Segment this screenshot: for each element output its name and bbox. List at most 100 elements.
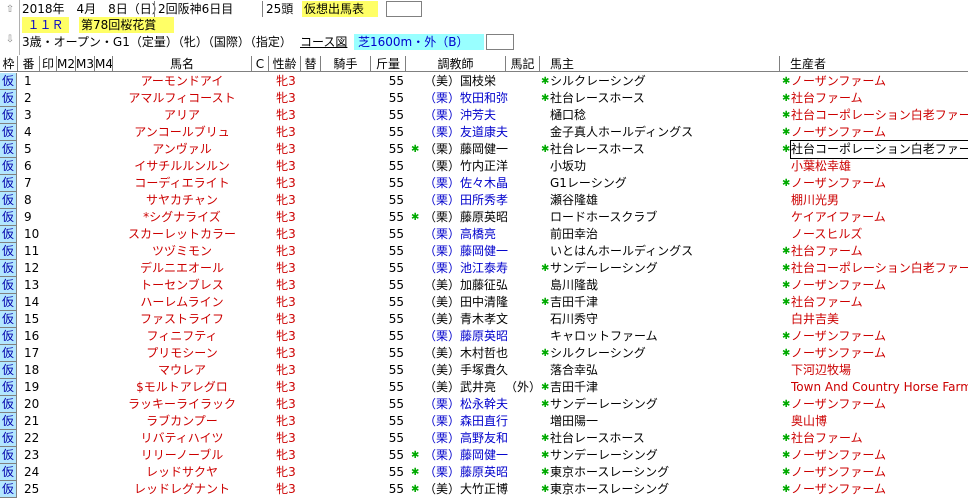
frame-cell[interactable]: 仮 [0, 294, 17, 311]
trainer-name[interactable]: （栗）森田直行 [420, 413, 525, 430]
trainer-name[interactable]: （美）木村哲也 [420, 345, 525, 362]
table-row[interactable]: 仮 10 スカーレットカラー 牝3 55 （栗）高橋亮 前田幸治 ノースヒルズ [0, 226, 968, 243]
owner-name[interactable]: 社台レースホース [550, 90, 780, 107]
horse-name[interactable]: リリーノーブル [112, 447, 252, 464]
owner-name[interactable]: 瀬谷隆雄 [550, 192, 780, 209]
table-row[interactable]: 仮 21 ラブカンプー 牝3 55 （栗）森田直行 増田陽一 奥山博 [0, 413, 968, 430]
owner-name[interactable]: いとはんホールディングス [550, 243, 780, 260]
trainer-name[interactable]: （美）加藤征弘 [420, 277, 525, 294]
trainer-name[interactable]: （栗）池江泰寿 [420, 260, 525, 277]
horse-name[interactable]: マウレア [112, 362, 252, 379]
frame-cell[interactable]: 仮 [0, 260, 17, 277]
frame-cell[interactable]: 仮 [0, 396, 17, 413]
table-row[interactable]: 仮 17 プリモシーン 牝3 55 （美）木村哲也 ✱ シルクレーシング ✱ ノーザンファーム [0, 345, 968, 362]
horse-name[interactable]: ラブカンプー [112, 413, 252, 430]
frame-cell[interactable]: 仮 [0, 345, 17, 362]
frame-cell[interactable]: 仮 [0, 277, 17, 294]
scroll-up-icon[interactable]: ⇧ [3, 3, 17, 17]
horse-name[interactable]: レッドサクヤ [112, 464, 252, 481]
trainer-name[interactable]: （美）田中清隆 [420, 294, 525, 311]
owner-name[interactable]: 東京ホースレーシング [550, 481, 780, 498]
col-owner[interactable]: 馬主 [540, 56, 780, 72]
frame-cell[interactable]: 仮 [0, 328, 17, 345]
trainer-name[interactable]: （栗）沖芳夫 [420, 107, 525, 124]
owner-name[interactable]: 落合幸弘 [550, 362, 780, 379]
horse-name[interactable]: $モルトアレグロ [112, 379, 252, 396]
frame-cell[interactable]: 仮 [0, 175, 17, 192]
frame-cell[interactable]: 仮 [0, 311, 17, 328]
frame-cell[interactable]: 仮 [0, 413, 17, 430]
horse-name[interactable]: デルニエオール [112, 260, 252, 277]
horse-name[interactable]: アマルフィコースト [112, 90, 252, 107]
table-row[interactable]: 仮 20 ラッキーライラック 牝3 55 （栗）松永幹夫 ✱ サンデーレーシング ✱ ノーザンファ… [0, 396, 968, 413]
breeder-name[interactable]: 下河辺牧場 [791, 362, 968, 379]
horse-name[interactable]: *シグナライズ [112, 209, 252, 226]
horse-name[interactable]: ラッキーライラック [112, 396, 252, 413]
table-row[interactable]: 仮 16 フィニフティ 牝3 55 （栗）藤原英昭 キャロットファーム ✱ ノーザンファーム [0, 328, 968, 345]
frame-cell[interactable]: 仮 [0, 141, 17, 158]
table-row[interactable]: 仮 14 ハーレムライン 牝3 55 （美）田中清隆 ✱ 吉田千津 ✱ 社台ファーム [0, 294, 968, 311]
col-mark[interactable]: 印 [40, 56, 57, 72]
table-row[interactable]: 仮 22 リバティハイツ 牝3 55 （栗）高野友和 ✱ 社台レースホース ✱ 社台ファーム [0, 430, 968, 447]
horse-name[interactable]: トーセンブレス [112, 277, 252, 294]
owner-name[interactable]: シルクレーシング [550, 73, 780, 90]
owner-name[interactable]: キャロットファーム [550, 328, 780, 345]
breeder-name[interactable]: 奥山博 [791, 413, 968, 430]
breeder-name[interactable]: 社台ファーム [791, 430, 968, 447]
table-row[interactable]: 仮 6 イサチルルンルン 牝3 55 （栗）竹内正洋 小坂功 小葉松幸雄 [0, 158, 968, 175]
table-row[interactable]: 仮 7 コーディエライト 牝3 55 （栗）佐々木晶 G1レーシング ✱ ノーザンファーム [0, 175, 968, 192]
horse-name[interactable]: コーディエライト [112, 175, 252, 192]
col-c[interactable]: C [252, 56, 269, 72]
col-weight[interactable]: 斤量 [371, 56, 406, 72]
trainer-name[interactable]: （美）大竹正博 [420, 481, 525, 498]
breeder-name[interactable]: ノーザンファーム [791, 464, 968, 481]
owner-name[interactable]: 増田陽一 [550, 413, 780, 430]
horse-name[interactable]: ファストライフ [112, 311, 252, 328]
table-row[interactable]: 仮 11 ツヅミモン 牝3 55 （栗）藤岡健一 いとはんホールディングス ✱ 社台ファーム [0, 243, 968, 260]
breeder-name[interactable]: ノーザンファーム [791, 277, 968, 294]
owner-name[interactable]: 石川秀守 [550, 311, 780, 328]
breeder-name[interactable]: ノーザンファーム [791, 175, 968, 192]
owner-name[interactable]: サンデーレーシング [550, 447, 780, 464]
trainer-name[interactable]: （栗）佐々木晶 [420, 175, 525, 192]
owner-name[interactable]: シルクレーシング [550, 345, 780, 362]
frame-cell[interactable]: 仮 [0, 243, 17, 260]
col-jockey[interactable]: 騎手 [321, 56, 371, 72]
frame-cell[interactable]: 仮 [0, 481, 17, 498]
trainer-name[interactable]: （栗）藤岡健一 [420, 141, 525, 158]
owner-name[interactable]: 島川隆哉 [550, 277, 780, 294]
horse-name[interactable]: アンコールブリュ [112, 124, 252, 141]
table-row[interactable]: 仮 3 アリア 牝3 55 （栗）沖芳夫 樋口稔 ✱ 社台コーポレーション白老ファーム [0, 107, 968, 124]
table-row[interactable]: 仮 8 サヤカチャン 牝3 55 （栗）田所秀孝 瀬谷隆雄 棚川光男 [0, 192, 968, 209]
horse-name[interactable]: プリモシーン [112, 345, 252, 362]
col-change[interactable]: 替 [301, 56, 321, 72]
trainer-name[interactable]: （栗）高野友和 [420, 430, 525, 447]
frame-cell[interactable]: 仮 [0, 73, 17, 90]
table-row[interactable]: 仮 9 *シグナライズ 牝3 55 ✱ （栗）藤原英昭 ロードホースクラブ ケイアイファーム [0, 209, 968, 226]
course-map-link[interactable]: コース図 [300, 34, 348, 50]
owner-name[interactable]: 東京ホースレーシング [550, 464, 780, 481]
frame-cell[interactable]: 仮 [0, 192, 17, 209]
trainer-name[interactable]: （栗）牧田和弥 [420, 90, 525, 107]
horse-name[interactable]: スカーレットカラー [112, 226, 252, 243]
table-row[interactable]: 仮 12 デルニエオール 牝3 55 （栗）池江泰寿 ✱ サンデーレーシング ✱ 社台コーポレーシ… [0, 260, 968, 277]
frame-cell[interactable]: 仮 [0, 362, 17, 379]
frame-cell[interactable]: 仮 [0, 430, 17, 447]
table-row[interactable]: 仮 24 レッドサクヤ 牝3 55 ✱ （栗）藤原英昭 ✱ 東京ホースレーシング ✱ ノーザンファー… [0, 464, 968, 481]
table-row[interactable]: 仮 5 アンヴァル 牝3 55 ✱ （栗）藤岡健一 ✱ 社台レースホース ✱ 社台コーポレーション白… [0, 140, 968, 159]
breeder-name[interactable]: ノーザンファーム [791, 345, 968, 362]
owner-name[interactable]: サンデーレーシング [550, 260, 780, 277]
frame-cell[interactable]: 仮 [0, 90, 17, 107]
breeder-name[interactable]: 白井吉美 [791, 311, 968, 328]
col-trainer[interactable]: 調教師 [406, 56, 506, 72]
owner-name[interactable]: 社台レースホース [550, 141, 780, 158]
horse-name[interactable]: レッドレグナント [112, 481, 252, 498]
breeder-name[interactable]: 社台コーポレーション白老ファーム [790, 140, 968, 159]
trainer-name[interactable]: （栗）藤原英昭 [420, 328, 525, 345]
horse-name[interactable]: アーモンドアイ [112, 73, 252, 90]
owner-name[interactable]: G1レーシング [550, 175, 780, 192]
table-row[interactable]: 仮 4 アンコールブリュ 牝3 55 （栗）友道康夫 金子真人ホールディングス ✱ ノーザンファ… [0, 124, 968, 141]
table-row[interactable]: 仮 18 マウレア 牝3 55 （美）手塚貴久 落合幸弘 下河辺牧場 [0, 362, 968, 379]
trainer-name[interactable]: （栗）竹内正洋 [420, 158, 525, 175]
breeder-name[interactable]: ノーザンファーム [791, 73, 968, 90]
